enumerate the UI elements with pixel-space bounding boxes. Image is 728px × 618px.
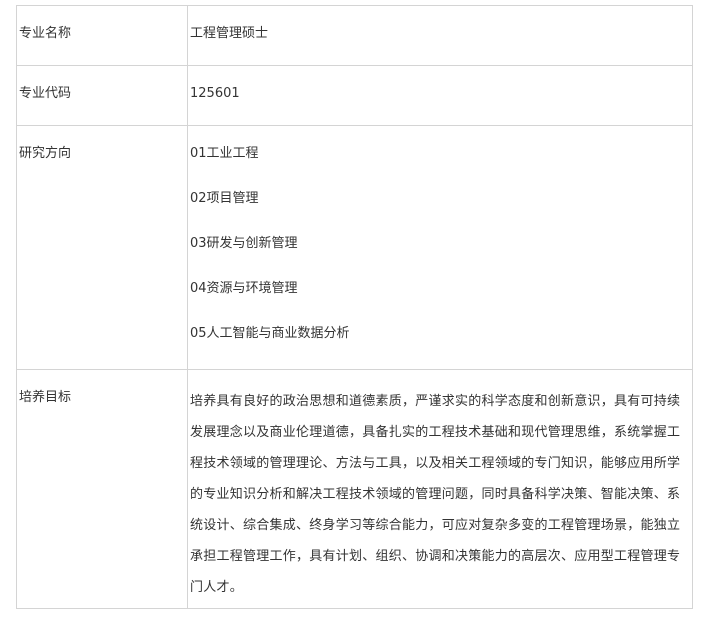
research-direction-list: 01工业工程 02项目管理 03研发与创新管理 04资源与环境管理 05人工智能… [190, 126, 690, 369]
major-name-value: 工程管理硕士 [190, 26, 269, 41]
research-direction-label: 研究方向 [19, 146, 72, 161]
label-cell: 专业代码 [16, 65, 188, 126]
table-row: 研究方向 01工业工程 02项目管理 03研发与创新管理 04资源与环境管理 0… [16, 125, 693, 370]
label-cell: 专业名称 [16, 5, 188, 66]
program-info-table: 专业名称 工程管理硕士 专业代码 125601 研究方向 01工业工程 02项目… [16, 5, 693, 609]
value-cell: 01工业工程 02项目管理 03研发与创新管理 04资源与环境管理 05人工智能… [187, 125, 693, 370]
value-cell: 培养具有良好的政治思想和道德素质，严谨求实的科学态度和创新意识，具有可持续发展理… [187, 369, 693, 609]
training-goal-text: 培养具有良好的政治思想和道德素质，严谨求实的科学态度和创新意识，具有可持续发展理… [190, 394, 681, 595]
value-cell: 125601 [187, 65, 693, 126]
major-code-label: 专业代码 [19, 86, 72, 101]
major-code-value: 125601 [190, 86, 240, 101]
table-row: 专业代码 125601 [16, 65, 693, 126]
label-cell: 研究方向 [16, 125, 188, 370]
major-name-label: 专业名称 [19, 26, 72, 41]
research-direction-item: 01工业工程 [190, 146, 259, 161]
research-direction-item: 05人工智能与商业数据分析 [190, 326, 350, 341]
research-direction-item: 03研发与创新管理 [190, 236, 298, 251]
table-row: 培养目标 培养具有良好的政治思想和道德素质，严谨求实的科学态度和创新意识，具有可… [16, 369, 693, 609]
research-direction-item: 04资源与环境管理 [190, 281, 298, 296]
research-direction-item: 02项目管理 [190, 191, 259, 206]
label-cell: 培养目标 [16, 369, 188, 609]
value-cell: 工程管理硕士 [187, 5, 693, 66]
training-goal-label: 培养目标 [19, 390, 72, 405]
table-row: 专业名称 工程管理硕士 [16, 5, 693, 66]
